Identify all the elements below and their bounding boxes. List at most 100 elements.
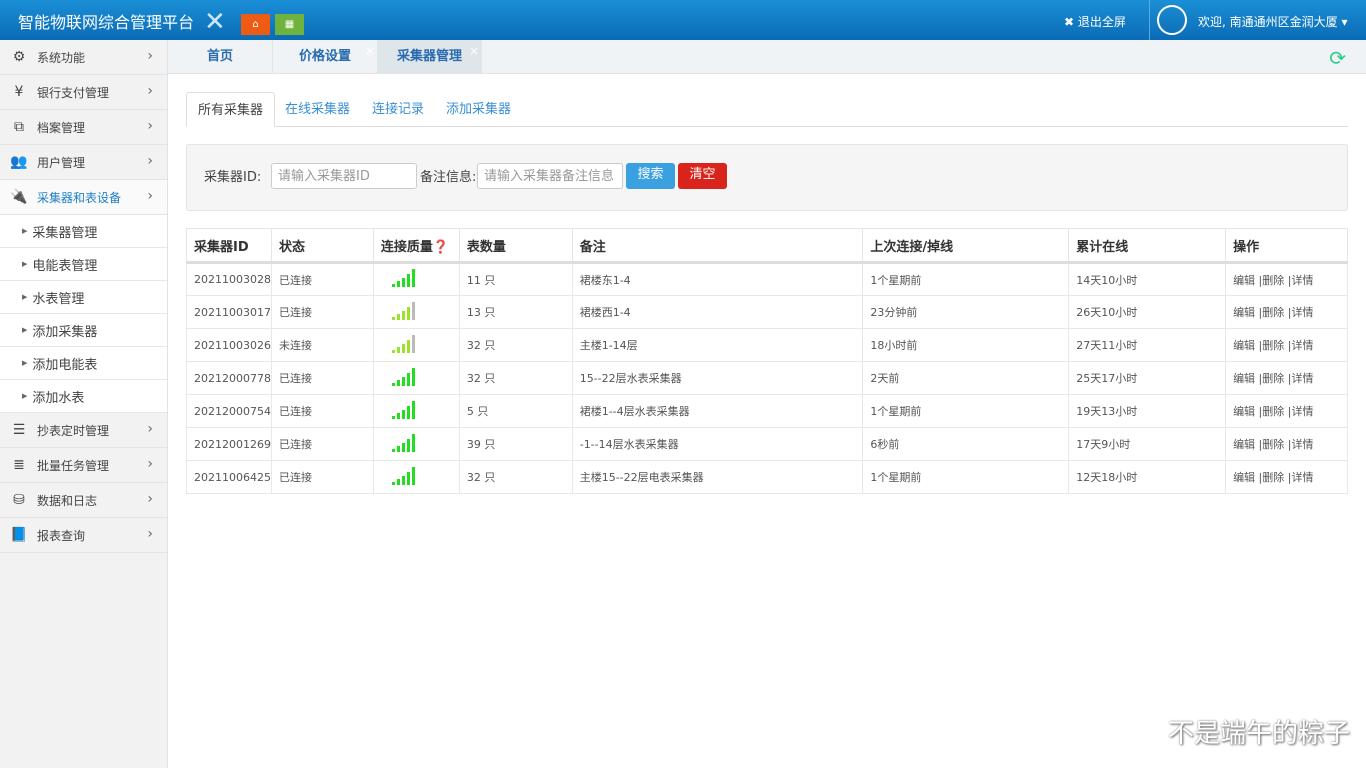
sidebar-subitem[interactable]: ▶ 采集器管理 [0, 215, 167, 248]
subtab-connection-log[interactable]: 连接记录 [361, 92, 435, 127]
close-sidebar-icon[interactable]: ✕ [204, 9, 226, 35]
last-connection: 1个星期前 [862, 460, 1070, 494]
column-header: 采集器ID [186, 228, 272, 264]
plug-icon: 🔌 [10, 189, 28, 205]
tab-home[interactable]: 首页 [168, 40, 273, 74]
details-link[interactable]: 详情 [1291, 274, 1313, 287]
details-link[interactable]: 详情 [1291, 339, 1313, 352]
edit-link[interactable]: 编辑 [1233, 372, 1255, 385]
last-connection: 2天前 [862, 361, 1070, 395]
actions: 编辑 |删除 |详情 [1225, 328, 1348, 362]
close-tab-icon[interactable]: × [365, 34, 375, 68]
signal-icon [391, 466, 415, 485]
signal-bar [401, 376, 405, 386]
meter-count[interactable]: 32 只 [458, 361, 573, 395]
sidebar-item-label: 报表查询 [37, 528, 86, 543]
exit-fullscreen-button[interactable]: ✖ 退出全屏 [1064, 13, 1126, 30]
meter-count[interactable]: 5 只 [458, 394, 573, 428]
details-link[interactable]: 详情 [1291, 405, 1313, 418]
sidebar-subitem[interactable]: ▶ 添加采集器 [0, 314, 167, 347]
delete-link[interactable]: 删除 [1262, 339, 1284, 352]
grid-button[interactable]: ▦ [275, 14, 304, 35]
details-link[interactable]: 详情 [1291, 306, 1313, 319]
collector-id-input[interactable] [271, 163, 417, 189]
signal-bar [411, 433, 415, 452]
collector-id: 20212000778 [186, 361, 272, 395]
search-button[interactable]: 搜索 [626, 163, 675, 189]
subtab-add[interactable]: 添加采集器 [435, 92, 522, 127]
sidebar-subitem[interactable]: ▶ 水表管理 [0, 281, 167, 314]
signal-bar [411, 367, 415, 386]
details-link[interactable]: 详情 [1291, 471, 1313, 484]
edit-link[interactable]: 编辑 [1233, 274, 1255, 287]
edit-link[interactable]: 编辑 [1233, 405, 1255, 418]
signal-bar [391, 316, 395, 320]
delete-link[interactable]: 删除 [1262, 405, 1284, 418]
sidebar-item[interactable]: ⚙ 系统功能 › [0, 40, 167, 75]
gears-icon: ⚙ [12, 49, 26, 65]
signal-bar [401, 278, 405, 287]
chevron-right-icon: › [147, 456, 153, 472]
total-online: 17天9小时 [1068, 427, 1227, 461]
sidebar-item[interactable]: ≣ 批量任务管理 › [0, 448, 167, 483]
meter-count[interactable]: 11 只 [458, 262, 573, 296]
caret-right-icon: ▶ [22, 260, 28, 268]
note: 15--22层水表采集器 [571, 361, 864, 395]
home-button[interactable]: ⌂ [241, 14, 270, 35]
sidebar-item[interactable]: 📘 报表查询 › [0, 518, 167, 553]
meter-count[interactable]: 32 只 [458, 460, 573, 494]
sidebar-item[interactable]: 👥 用户管理 › [0, 145, 167, 180]
subtab-online[interactable]: 在线采集器 [274, 92, 361, 127]
note-input[interactable] [477, 163, 623, 189]
tab-collector-management[interactable]: 采集器管理 × [378, 40, 482, 74]
refresh-icon[interactable]: ⟳ [1329, 46, 1346, 70]
user-menu[interactable]: 欢迎, 南通通州区金润大厦 ▾ [1198, 13, 1348, 30]
sidebar-item-label: 批量任务管理 [37, 458, 110, 473]
signal-icon [391, 433, 415, 452]
subtab-all[interactable]: 所有采集器 [186, 92, 276, 127]
total-online: 26天10小时 [1068, 295, 1227, 329]
sidebar-item[interactable]: ¥ 银行支付管理 › [0, 75, 167, 110]
note: 主楼1-14层 [571, 328, 864, 362]
sidebar-subitem[interactable]: ▶ 添加电能表 [0, 347, 167, 380]
sidebar-subitem[interactable]: ▶ 电能表管理 [0, 248, 167, 281]
edit-link[interactable]: 编辑 [1233, 471, 1255, 484]
actions: 编辑 |删除 |详情 [1225, 361, 1348, 395]
details-link[interactable]: 详情 [1291, 372, 1313, 385]
last-connection: 23分钟前 [862, 295, 1070, 329]
meter-count[interactable]: 13 只 [458, 295, 573, 329]
sidebar-item[interactable]: ⧉ 档案管理 › [0, 110, 167, 145]
meter-count[interactable]: 39 只 [458, 427, 573, 461]
edit-link[interactable]: 编辑 [1233, 306, 1255, 319]
sidebar-item[interactable]: 🔌 采集器和表设备 › [0, 180, 167, 215]
tab-price-settings[interactable]: 价格设置 × [273, 40, 378, 74]
avatar[interactable] [1157, 5, 1187, 35]
status: 已连接 [270, 394, 374, 428]
home-icon: ⌂ [252, 19, 259, 30]
chevron-right-icon: › [147, 491, 153, 507]
delete-link[interactable]: 删除 [1262, 471, 1284, 484]
actions: 编辑 |删除 |详情 [1225, 427, 1348, 461]
signal-bar [396, 478, 400, 485]
delete-link[interactable]: 删除 [1262, 306, 1284, 319]
meter-count[interactable]: 32 只 [458, 328, 573, 362]
table-row: 20211006425 已连接 32 只 主楼15--22层电表采集器 1个星期… [186, 460, 1348, 494]
close-tab-icon[interactable]: × [469, 34, 479, 68]
clear-button[interactable]: 清空 [678, 163, 727, 189]
sidebar-item[interactable]: ⛁ 数据和日志 › [0, 483, 167, 518]
signal-bar [396, 313, 400, 320]
table-row: 20212000778 已连接 32 只 15--22层水表采集器 2天前 25… [186, 361, 1348, 395]
edit-link[interactable]: 编辑 [1233, 339, 1255, 352]
edit-link[interactable]: 编辑 [1233, 438, 1255, 451]
signal-bar [406, 372, 410, 386]
watermark: 不是端午的粽子 [1167, 719, 1350, 749]
delete-link[interactable]: 删除 [1262, 274, 1284, 287]
sidebar-subitem[interactable]: ▶ 添加水表 [0, 380, 167, 413]
delete-link[interactable]: 删除 [1262, 372, 1284, 385]
details-link[interactable]: 详情 [1291, 438, 1313, 451]
sidebar-item[interactable]: ☰ 抄表定时管理 › [0, 413, 167, 448]
id-label: 采集器ID: [204, 170, 262, 185]
delete-link[interactable]: 删除 [1262, 438, 1284, 451]
column-header: 备注 [571, 228, 864, 264]
sidebar-subitem-label: 添加电能表 [32, 357, 98, 373]
